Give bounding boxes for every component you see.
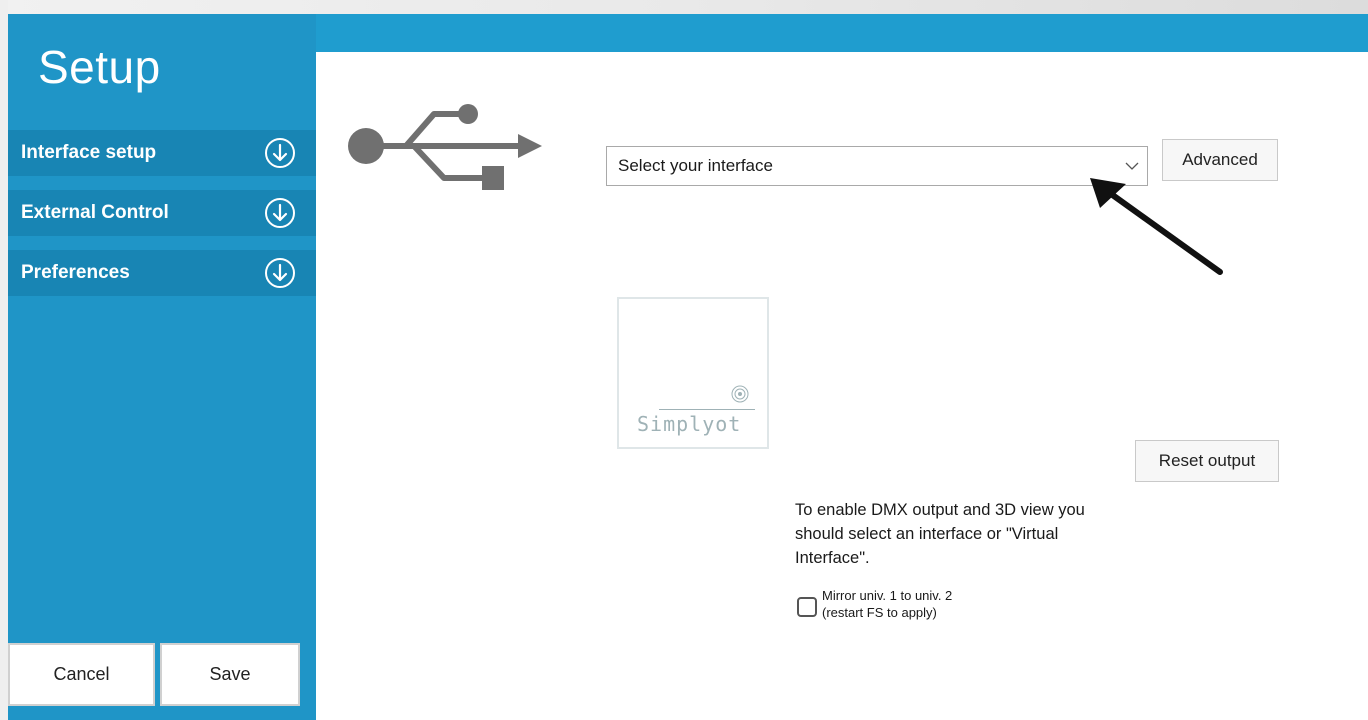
sidebar-item-label: External Control bbox=[21, 202, 169, 223]
sidebar: Setup Interface setup External Control P… bbox=[8, 14, 316, 720]
expand-down-icon[interactable] bbox=[264, 137, 296, 169]
sidebar-item-label: Interface setup bbox=[21, 142, 157, 163]
signal-icon bbox=[731, 385, 749, 403]
save-button[interactable]: Save bbox=[160, 643, 300, 706]
cancel-button[interactable]: Cancel bbox=[8, 643, 155, 706]
sidebar-item-external-control[interactable]: External Control bbox=[8, 190, 316, 236]
sidebar-title: Setup bbox=[38, 41, 161, 93]
expand-down-icon[interactable] bbox=[264, 257, 296, 289]
mirror-checkbox[interactable] bbox=[797, 597, 817, 617]
sidebar-item-interface-setup[interactable]: Interface setup bbox=[8, 130, 316, 176]
sidebar-item-preferences[interactable]: Preferences bbox=[8, 250, 316, 296]
arrow-pointer-icon bbox=[1090, 178, 1223, 275]
info-message: To enable DMX output and 3D view you sho… bbox=[795, 501, 1085, 567]
interface-select[interactable]: Select your interface bbox=[606, 146, 1148, 186]
expand-down-icon[interactable] bbox=[264, 197, 296, 229]
brand-logo: Simplyot bbox=[617, 297, 769, 449]
mirror-checkbox-label: Mirror univ. 1 to univ. 2 (restart FS to… bbox=[822, 587, 952, 621]
interface-select-value: Select your interface bbox=[618, 156, 773, 175]
window-left-edge bbox=[0, 0, 8, 720]
header-bar bbox=[316, 14, 1368, 52]
window-top-edge bbox=[0, 0, 1368, 14]
sidebar-item-label: Preferences bbox=[21, 262, 130, 283]
usb-icon bbox=[348, 104, 542, 190]
mirror-label-line1: Mirror univ. 1 to univ. 2 bbox=[822, 588, 953, 603]
chevron-down-icon bbox=[1125, 162, 1139, 170]
logo-divider bbox=[659, 409, 755, 410]
reset-output-button[interactable]: Reset output bbox=[1135, 440, 1279, 482]
logo-text: Simplyot bbox=[637, 412, 742, 436]
mirror-label-line2: (restart FS to apply) bbox=[822, 605, 937, 620]
